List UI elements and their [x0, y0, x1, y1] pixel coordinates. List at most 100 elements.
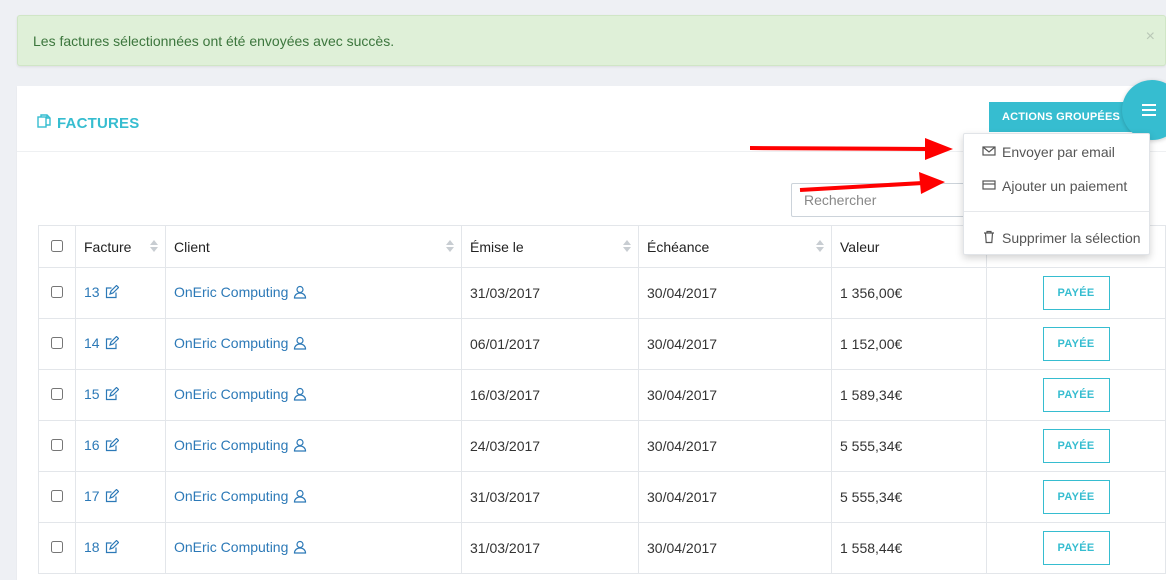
row-select-cell [38, 420, 76, 472]
edit-icon[interactable] [105, 488, 119, 506]
edit-icon[interactable] [105, 335, 119, 353]
row-checkbox[interactable] [51, 541, 63, 553]
menu-item-send-email[interactable]: Envoyer par email [964, 135, 1149, 169]
edit-icon[interactable] [105, 386, 119, 404]
annotation-arrow [799, 172, 945, 194]
value-cell: 1 356,00€ [831, 267, 987, 319]
select-all-checkbox[interactable] [51, 239, 63, 252]
status-badge[interactable]: PAYÉE [1042, 429, 1110, 463]
sort-icon [623, 240, 631, 252]
hamburger-icon [1142, 101, 1156, 119]
issued-date-cell: 31/03/2017 [461, 522, 639, 574]
bulk-actions-button[interactable]: ACTIONS GROUPÉES [989, 102, 1133, 132]
edit-icon[interactable] [105, 437, 119, 455]
client-link[interactable]: OnEric Computing [174, 488, 288, 504]
close-icon[interactable]: × [1146, 28, 1155, 46]
status-badge[interactable]: PAYÉE [1042, 531, 1110, 565]
client-cell: OnEric Computing [165, 369, 462, 421]
menu-item-label: Supprimer la sélection [1002, 230, 1141, 246]
client-cell: OnEric Computing [165, 522, 462, 574]
annotation-arrow [749, 138, 953, 160]
sort-icon [816, 240, 824, 252]
client-cell: OnEric Computing [165, 471, 462, 523]
row-checkbox[interactable] [51, 388, 63, 400]
menu-item-label: Envoyer par email [1002, 144, 1115, 160]
edit-icon[interactable] [105, 539, 119, 557]
due-date-cell: 30/04/2017 [638, 267, 832, 319]
row-checkbox[interactable] [51, 337, 63, 349]
value-cell: 1 152,00€ [831, 318, 987, 370]
status-cell: PAYÉE [986, 318, 1166, 370]
trash-icon [982, 230, 996, 247]
menu-divider [964, 211, 1149, 212]
header-issued[interactable]: Émise le [461, 225, 639, 268]
invoice-link[interactable]: 13 [84, 284, 100, 300]
envelope-icon [982, 144, 996, 161]
panel-title-text: FACTURES [57, 114, 140, 132]
table-row: 13 OnEric Computing 31/03/2017 30/04/2017 1 … [38, 267, 1166, 319]
sort-icon [446, 240, 454, 252]
status-badge[interactable]: PAYÉE [1042, 480, 1110, 514]
edit-icon[interactable] [105, 284, 119, 302]
row-select-cell [38, 318, 76, 370]
header-client[interactable]: Client [165, 225, 462, 268]
row-checkbox[interactable] [51, 286, 63, 298]
user-icon[interactable] [293, 387, 307, 404]
due-date-cell: 30/04/2017 [638, 369, 832, 421]
user-icon[interactable] [293, 489, 307, 506]
invoice-number-cell: 17 [75, 471, 166, 523]
menu-item-label: Ajouter un paiement [1002, 178, 1128, 194]
status-cell: PAYÉE [986, 471, 1166, 523]
invoices-table: Facture Client Émise le Échéance Valeur … [38, 225, 1166, 574]
client-link[interactable]: OnEric Computing [174, 284, 288, 300]
client-link[interactable]: OnEric Computing [174, 386, 288, 402]
row-checkbox[interactable] [51, 439, 63, 451]
invoice-link[interactable]: 18 [84, 539, 100, 555]
invoice-link[interactable]: 16 [84, 437, 100, 453]
due-date-cell: 30/04/2017 [638, 471, 832, 523]
header-due[interactable]: Échéance [638, 225, 832, 268]
credit-card-icon [982, 178, 996, 195]
user-icon[interactable] [293, 285, 307, 302]
table-row: 18 OnEric Computing 31/03/2017 30/04/2017 1 … [38, 522, 1166, 574]
invoice-link[interactable]: 17 [84, 488, 100, 504]
invoice-link[interactable]: 15 [84, 386, 100, 402]
invoice-number-cell: 14 [75, 318, 166, 370]
value-cell: 5 555,34€ [831, 471, 987, 523]
header-invoice[interactable]: Facture [75, 225, 166, 268]
table-row: 15 OnEric Computing 16/03/2017 30/04/2017 1 … [38, 369, 1166, 421]
client-cell: OnEric Computing [165, 318, 462, 370]
client-link[interactable]: OnEric Computing [174, 437, 288, 453]
menu-item-delete-selection[interactable]: Supprimer la sélection [964, 221, 1149, 255]
status-cell: PAYÉE [986, 267, 1166, 319]
status-badge[interactable]: PAYÉE [1042, 327, 1110, 361]
client-link[interactable]: OnEric Computing [174, 335, 288, 351]
invoice-number-cell: 18 [75, 522, 166, 574]
user-icon[interactable] [293, 540, 307, 557]
success-alert: Les factures sélectionnées ont été envoy… [17, 15, 1166, 66]
invoice-number-cell: 15 [75, 369, 166, 421]
user-icon[interactable] [293, 336, 307, 353]
issued-date-cell: 31/03/2017 [461, 267, 639, 319]
status-badge[interactable]: PAYÉE [1042, 276, 1110, 310]
row-checkbox[interactable] [51, 490, 63, 502]
table-row: 16 OnEric Computing 24/03/2017 30/04/2017 5 … [38, 420, 1166, 472]
row-select-cell [38, 369, 76, 421]
sort-icon [150, 240, 158, 252]
invoice-number-cell: 16 [75, 420, 166, 472]
alert-message: Les factures sélectionnées ont été envoy… [33, 33, 395, 49]
menu-item-add-payment[interactable]: Ajouter un paiement [964, 169, 1149, 203]
issued-date-cell: 24/03/2017 [461, 420, 639, 472]
bulk-actions-dropdown: Envoyer par email Ajouter un paiement Su… [963, 133, 1150, 255]
user-icon[interactable] [293, 438, 307, 455]
client-link[interactable]: OnEric Computing [174, 539, 288, 555]
status-cell: PAYÉE [986, 369, 1166, 421]
row-select-cell [38, 522, 76, 574]
client-cell: OnEric Computing [165, 420, 462, 472]
invoice-link[interactable]: 14 [84, 335, 100, 351]
value-cell: 5 555,34€ [831, 420, 987, 472]
status-badge[interactable]: PAYÉE [1042, 378, 1110, 412]
table-row: 17 OnEric Computing 31/03/2017 30/04/2017 5 … [38, 471, 1166, 523]
status-cell: PAYÉE [986, 522, 1166, 574]
value-cell: 1 558,44€ [831, 522, 987, 574]
